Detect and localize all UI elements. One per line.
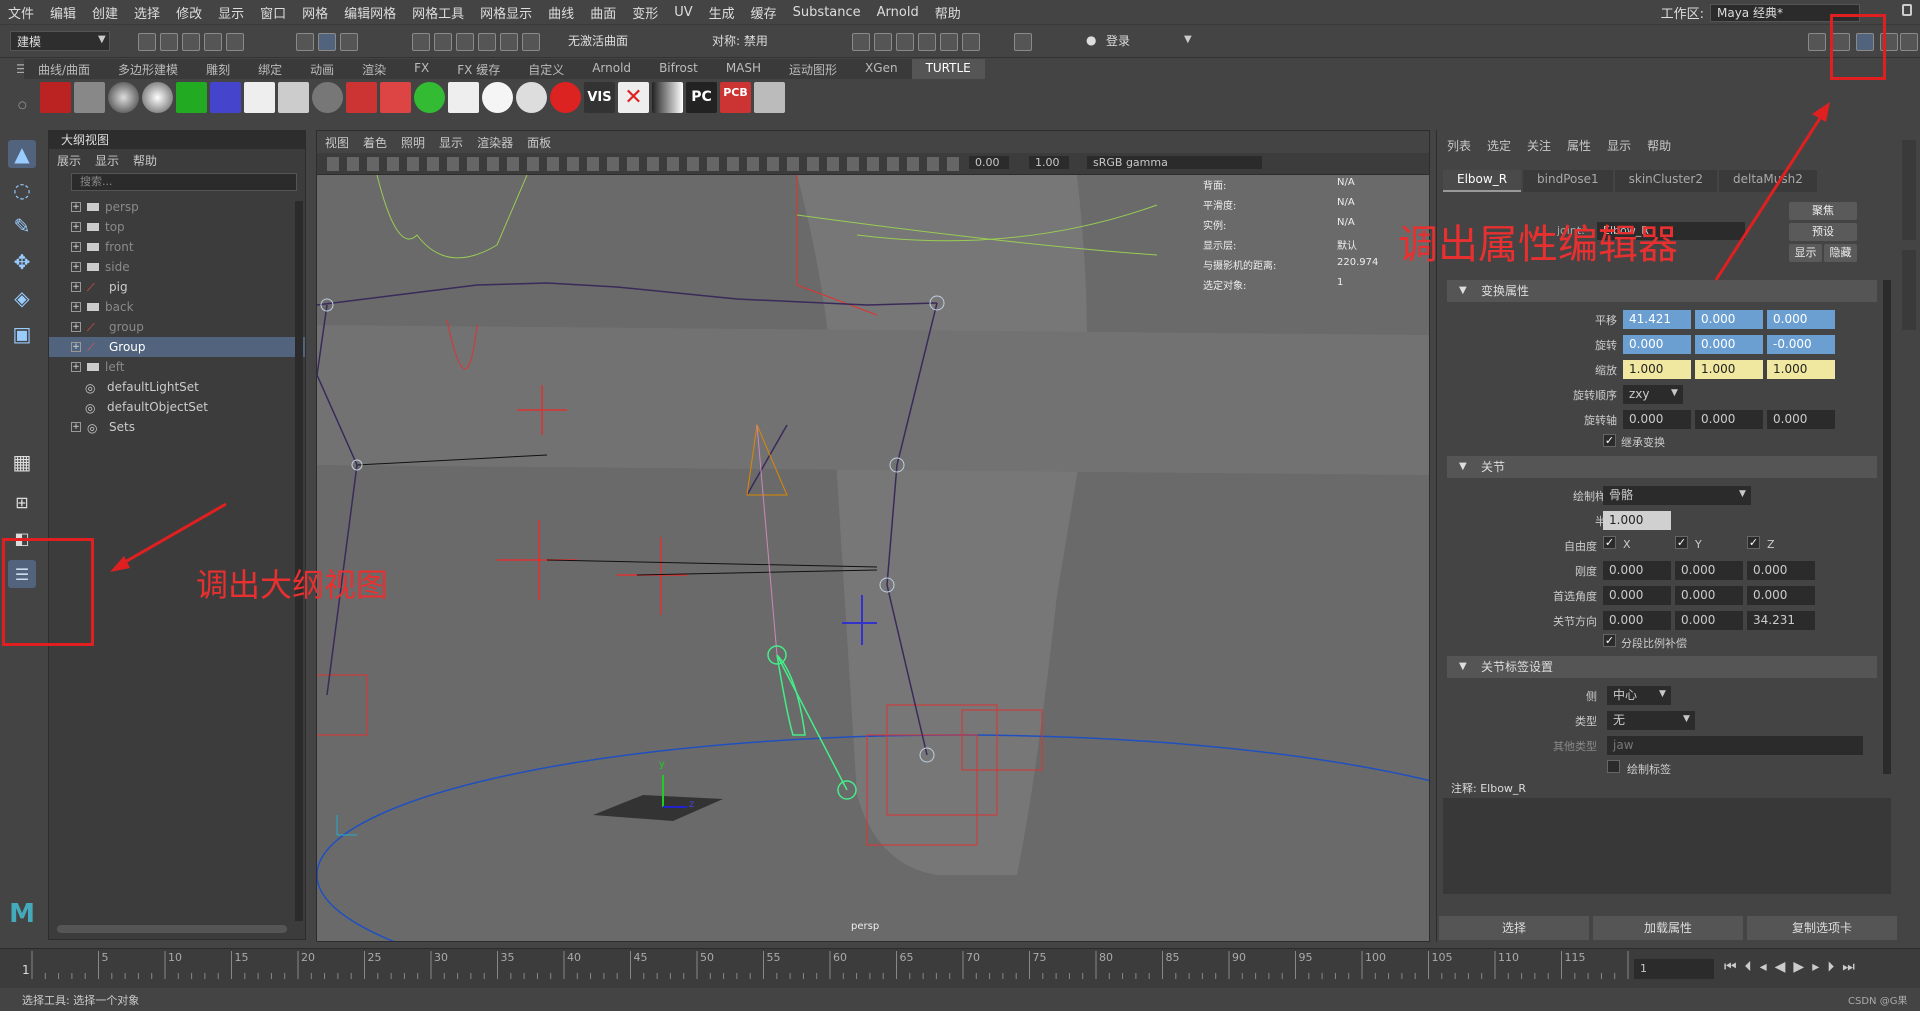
annotation-arrows [110, 102, 1830, 572]
annotation-outliner: 调出大纲视图 [196, 566, 389, 604]
annotation-attr-editor: 调出属性编辑器 [1398, 222, 1678, 268]
